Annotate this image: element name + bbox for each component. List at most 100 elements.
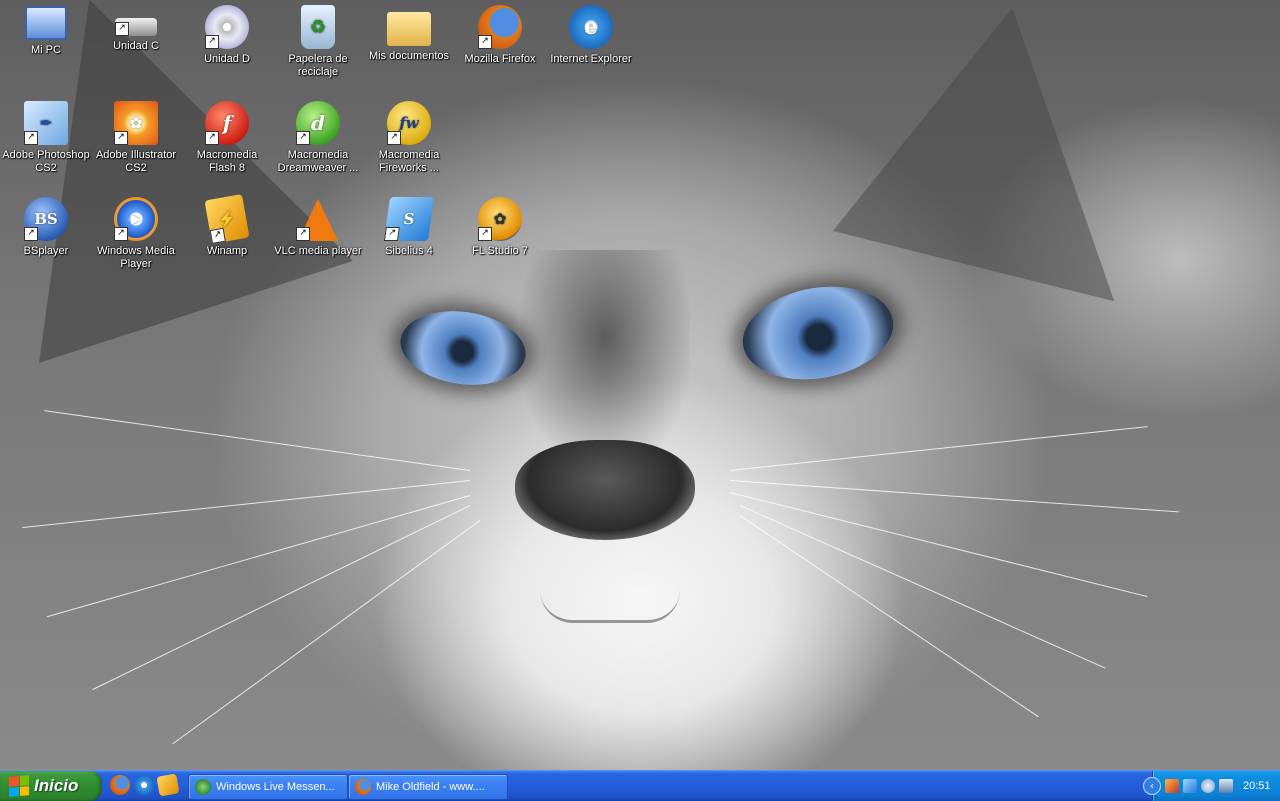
whisker: [44, 410, 471, 471]
wallpaper-mouth: [540, 590, 680, 623]
messenger-tray-icon[interactable]: [1201, 779, 1215, 793]
shortcut-arrow-icon: ↗: [205, 131, 219, 145]
wallpaper-nose-bridge: [520, 250, 690, 470]
desktop-icon-winamp[interactable]: ⚡ ↗ Winamp: [181, 194, 273, 258]
desktop-icon-unidad-c[interactable]: ↗ Unidad C: [90, 2, 182, 53]
taskbar-button-label: Mike Oldfield - www....: [376, 781, 485, 793]
whisker: [729, 426, 1148, 471]
desktop-icon-flash[interactable]: f ↗ Macromedia Flash 8: [181, 98, 273, 175]
desktop-icon-fl-studio[interactable]: ✿ ↗ FL Studio 7: [454, 194, 546, 258]
desktop-icon-dreamweaver[interactable]: d ↗ Macromedia Dreamweaver ...: [272, 98, 364, 175]
desktop-icon-label: VLC media player: [274, 245, 362, 257]
desktop-icon-firefox[interactable]: ↗ Mozilla Firefox: [454, 2, 546, 66]
desktop-icon-internet-explorer[interactable]: e Internet Explorer: [545, 2, 637, 66]
desktop-icon-label: Adobe Photoshop CS2: [2, 149, 90, 174]
wallpaper-eye-left: [395, 303, 531, 393]
firefox-icon: ↗: [478, 5, 522, 49]
shortcut-arrow-icon: ↗: [478, 35, 492, 49]
sibelius-icon: S ↗: [383, 197, 435, 241]
desktop-icon-label: Macromedia Fireworks ...: [378, 149, 440, 174]
desktop-icon-label: Windows Media Player: [97, 245, 175, 270]
start-label: Inicio: [34, 776, 79, 795]
desktop[interactable]: Mi PC ↗ Unidad C ↗ Unidad D ♻ Papelera d…: [0, 0, 1280, 770]
desktop-icon-label: Unidad D: [204, 53, 250, 65]
shortcut-arrow-icon: ↗: [24, 131, 38, 145]
quick-launch-winamp-icon[interactable]: [156, 773, 180, 797]
desktop-icon-label: Winamp: [206, 245, 248, 257]
whisker: [729, 492, 1148, 598]
desktop-icon-label: Unidad C: [113, 40, 159, 52]
shortcut-arrow-icon: ↗: [205, 35, 219, 49]
desktop-icon-papelera[interactable]: ♻ Papelera de reciclaje: [272, 2, 364, 79]
desktop-icon-windows-media-player[interactable]: ▶ ↗ Windows Media Player: [90, 194, 182, 271]
flash-icon: f ↗: [205, 101, 249, 145]
desktop-icon-label: Mi PC: [31, 44, 61, 56]
desktop-icon-label: Sibelius 4: [385, 245, 433, 257]
folder-icon: [387, 12, 431, 46]
app-tray-icon[interactable]: [1165, 779, 1179, 793]
start-button[interactable]: Inicio: [0, 771, 102, 801]
wallpaper-ear-right: [832, 0, 1178, 302]
fl-studio-icon: ✿ ↗: [478, 197, 522, 241]
whisker: [172, 520, 481, 745]
desktop-icon-label: Papelera de reciclaje: [288, 53, 348, 78]
taskbar: Inicio Windows Live Messen... Mike Oldfi…: [0, 770, 1280, 801]
desktop-icon-mis-documentos[interactable]: Mis documentos: [363, 2, 455, 63]
whisker: [46, 495, 471, 618]
taskbar-button-firefox[interactable]: Mike Oldfield - www....: [348, 774, 508, 800]
desktop-icon-bsplayer[interactable]: BS ↗ BSplayer: [0, 194, 92, 258]
network-tray-icon[interactable]: [1183, 779, 1197, 793]
bsplayer-icon: BS ↗: [24, 197, 68, 241]
quick-launch: [110, 773, 180, 797]
desktop-icon-illustrator[interactable]: ✿ ↗ Adobe Illustrator CS2: [90, 98, 182, 175]
photoshop-icon: ✒ ↗: [24, 101, 68, 145]
whisker: [22, 480, 471, 529]
quick-launch-firefox-icon[interactable]: [110, 775, 130, 795]
desktop-icon-label: Macromedia Flash 8: [196, 149, 258, 174]
vlc-icon: ↗: [296, 197, 340, 241]
firefox-icon: [355, 779, 371, 795]
computer-icon: [25, 6, 67, 40]
shortcut-arrow-icon: ↗: [114, 227, 128, 241]
whisker: [92, 505, 471, 691]
desktop-icon-label: Mozilla Firefox: [464, 53, 536, 65]
system-tray: ‹ 20:51: [1143, 771, 1280, 801]
desktop-icon-mi-pc[interactable]: Mi PC: [0, 2, 92, 57]
display-tray-icon[interactable]: [1219, 779, 1233, 793]
desktop-icon-label: Macromedia Dreamweaver ...: [277, 149, 359, 174]
whisker: [739, 505, 1106, 669]
desktop-icon-unidad-d[interactable]: ↗ Unidad D: [181, 2, 273, 66]
shortcut-arrow-icon: ↗: [296, 131, 310, 145]
cd-drive-icon: ↗: [205, 5, 249, 49]
desktop-icon-photoshop[interactable]: ✒ ↗ Adobe Photoshop CS2: [0, 98, 92, 175]
drive-c-icon: ↗: [115, 18, 157, 36]
taskbar-button-messenger[interactable]: Windows Live Messen...: [188, 774, 348, 800]
show-hidden-icons-icon[interactable]: ‹: [1143, 777, 1161, 795]
internet-explorer-icon: e: [569, 5, 613, 49]
desktop-icon-label: Mis documentos: [368, 50, 450, 62]
desktop-icon-label: BSplayer: [23, 245, 69, 257]
shortcut-arrow-icon: ↗: [296, 227, 310, 241]
shortcut-arrow-icon: ↗: [387, 131, 401, 145]
shortcut-arrow-icon: ↗: [115, 22, 129, 36]
shortcut-arrow-icon: ↗: [478, 227, 492, 241]
desktop-icon-label: Adobe Illustrator CS2: [95, 149, 177, 174]
desktop-icon-label: Internet Explorer: [550, 53, 632, 65]
windows-flag-icon: [9, 775, 29, 797]
desktop-icon-fireworks[interactable]: fw ↗ Macromedia Fireworks ...: [363, 98, 455, 175]
taskbar-button-label: Windows Live Messen...: [216, 781, 335, 793]
clock[interactable]: 20:51: [1243, 780, 1271, 792]
desktop-icon-label: FL Studio 7: [472, 245, 528, 257]
desktop-icon-vlc[interactable]: ↗ VLC media player: [272, 194, 364, 258]
windows-media-player-icon: ▶ ↗: [114, 197, 158, 241]
recycle-bin-icon: ♻: [301, 5, 335, 49]
shortcut-arrow-icon: ↗: [383, 227, 400, 241]
quick-launch-internet-explorer-icon[interactable]: [134, 775, 154, 795]
dreamweaver-icon: d ↗: [296, 101, 340, 145]
wallpaper-nose: [515, 440, 695, 540]
fireworks-icon: fw ↗: [387, 101, 431, 145]
winamp-icon: ⚡ ↗: [204, 194, 250, 244]
desktop-icon-sibelius[interactable]: S ↗ Sibelius 4: [363, 194, 455, 258]
whisker: [739, 515, 1039, 718]
shortcut-arrow-icon: ↗: [24, 227, 38, 241]
